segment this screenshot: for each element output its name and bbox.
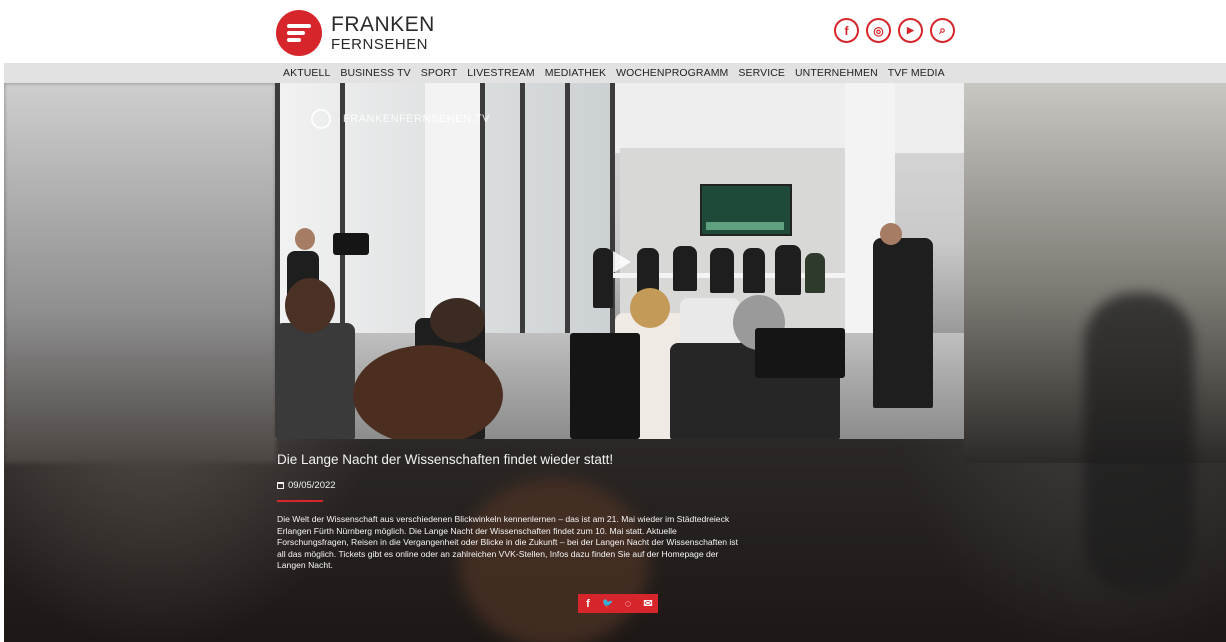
- youtube-icon[interactable]: ▶: [898, 18, 923, 43]
- share-whatsapp-icon[interactable]: ◌: [618, 594, 638, 613]
- instagram-icon[interactable]: ◎: [866, 18, 891, 43]
- social-links: f ◎ ▶ ⌕: [834, 18, 955, 43]
- nav-item-business-tv[interactable]: BUSINESS TV: [340, 67, 410, 79]
- article-body: Die Welt der Wissenschaft aus verschiede…: [277, 514, 738, 570]
- search-icon[interactable]: ⌕: [930, 18, 955, 43]
- nav-item-sport[interactable]: SPORT: [421, 67, 457, 79]
- article-date: 09/05/2022: [277, 480, 747, 491]
- logo-line1: FRANKEN: [331, 13, 435, 36]
- article-title: Die Lange Nacht der Wissenschaften finde…: [277, 452, 614, 467]
- watermark-logo-icon: [311, 109, 331, 129]
- nav-item-aktuell[interactable]: AKTUELL: [283, 67, 330, 79]
- calendar-icon: [277, 482, 284, 489]
- facebook-icon[interactable]: f: [834, 18, 859, 43]
- nav-item-tvf-media[interactable]: TVF MEDIA: [888, 67, 945, 79]
- nav-item-service[interactable]: SERVICE: [738, 67, 785, 79]
- nav-item-unternehmen[interactable]: UNTERNEHMEN: [795, 67, 878, 79]
- main-nav: AKTUELL BUSINESS TV SPORT LIVESTREAM MED…: [283, 63, 945, 83]
- video-player[interactable]: FRANKENFERNSEHEN.TV: [275, 83, 964, 439]
- share-bar: f 🐦 ◌ ✉: [578, 594, 658, 613]
- play-icon[interactable]: [613, 251, 631, 273]
- nav-item-livestream[interactable]: LIVESTREAM: [467, 67, 535, 79]
- share-twitter-icon[interactable]: 🐦: [598, 594, 618, 613]
- share-facebook-icon[interactable]: f: [578, 594, 598, 613]
- channel-watermark: FRANKENFERNSEHEN.TV: [311, 109, 490, 129]
- site-logo[interactable]: FRANKEN FERNSEHEN: [276, 10, 435, 56]
- nav-item-wochenprogramm[interactable]: WOCHENPROGRAMM: [616, 67, 728, 79]
- nav-item-mediathek[interactable]: MEDIATHEK: [545, 67, 606, 79]
- logo-icon: [276, 10, 322, 56]
- article-date-text: 09/05/2022: [288, 480, 336, 491]
- presentation-screen: [700, 184, 792, 236]
- article: Die Lange Nacht der Wissenschaften finde…: [277, 452, 747, 572]
- watermark-text: FRANKENFERNSEHEN.TV: [343, 113, 491, 125]
- title-divider: [277, 500, 323, 502]
- site-header: FRANKEN FERNSEHEN f ◎ ▶ ⌕: [0, 0, 1226, 63]
- share-mail-icon[interactable]: ✉: [638, 594, 658, 613]
- logo-line2: FERNSEHEN: [331, 36, 429, 53]
